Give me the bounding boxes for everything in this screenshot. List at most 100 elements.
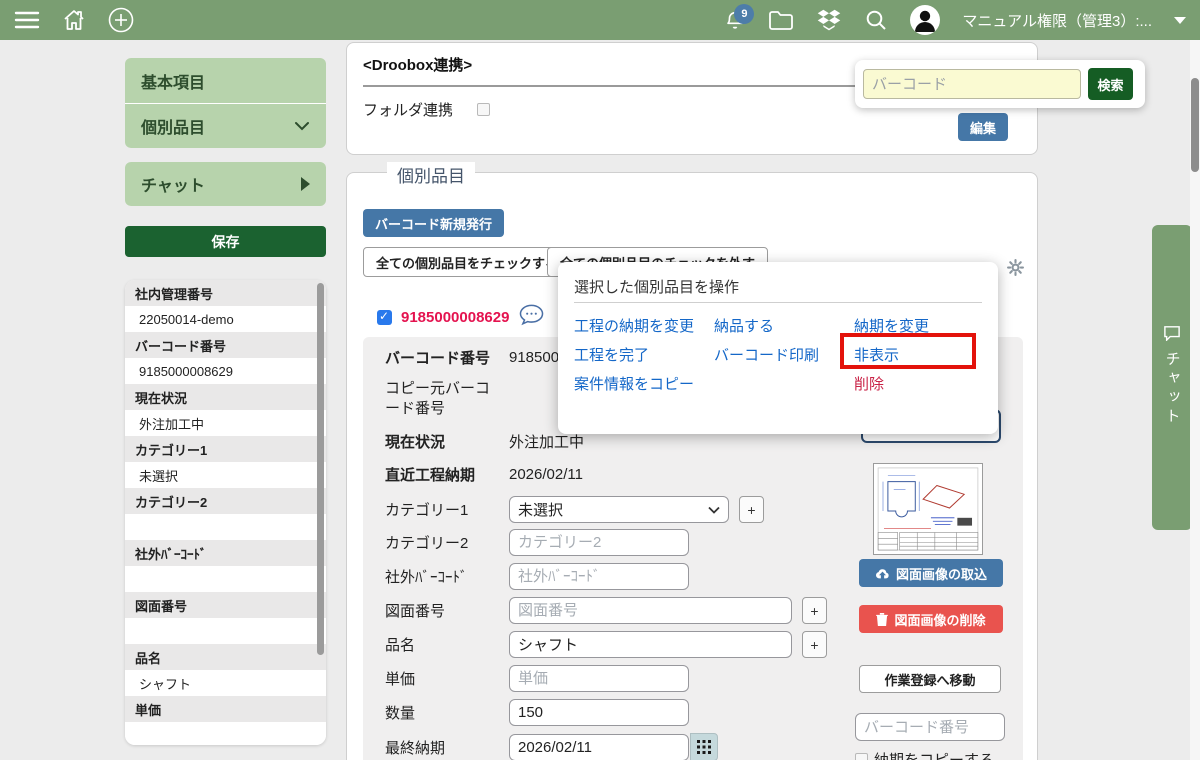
gear-icon[interactable]	[1007, 259, 1024, 281]
product-name-input[interactable]	[509, 631, 792, 658]
category1-selected-value: 未選択	[518, 502, 564, 519]
notification-count-badge: 9	[734, 4, 755, 24]
item-row: 9185000008629	[377, 303, 545, 331]
folder-link-checkbox[interactable]	[477, 103, 491, 116]
delete-drawing-button[interactable]: 図面画像の削除	[859, 605, 1003, 633]
date-picker-icon[interactable]	[690, 733, 718, 760]
topbar: 9 マニュアル権限（管理3）:...	[0, 0, 1200, 40]
item-barcode-link[interactable]: 9185000008629	[401, 309, 509, 326]
final-due-date-input[interactable]	[509, 733, 689, 760]
field-label: 社外ﾊﾞｰｺｰﾄﾞ	[385, 569, 468, 586]
folder-icon[interactable]	[768, 9, 794, 31]
process-due-value: 2026/02/11	[509, 466, 583, 483]
droobox-title: <Droobox連携>	[363, 57, 473, 74]
app-window: 9 マニュアル権限（管理3）:... 基本項目 個別品目 チャット 保存 社内管…	[0, 0, 1200, 760]
chevron-down-icon	[708, 506, 720, 514]
page-scrollbar-thumb[interactable]	[1191, 78, 1199, 172]
sidebar-item-basic[interactable]: 基本項目	[125, 58, 326, 103]
summary-label: カテゴリー2	[125, 488, 326, 514]
summary-value: 外注加工中	[125, 410, 326, 436]
page-scrollbar	[1190, 40, 1200, 760]
field-label: 図面番号	[385, 603, 446, 620]
popup-title: 選択した個別品目を操作	[574, 279, 740, 296]
chat-bubble-icon	[1164, 326, 1180, 341]
category1-select[interactable]: 未選択	[509, 496, 729, 523]
user-avatar[interactable]	[910, 5, 941, 35]
summary-label: バーコード番号	[125, 332, 326, 358]
sidebar-item-individual[interactable]: 個別品目	[125, 103, 326, 148]
summary-label: 品名	[125, 644, 326, 670]
chat-tab-label: チャット	[1163, 351, 1181, 427]
popup-link-change-process-due[interactable]: 工程の納期を変更	[574, 315, 694, 336]
copy-due-checkbox[interactable]	[855, 753, 868, 760]
add-new-icon[interactable]	[108, 7, 134, 33]
chat-side-tab[interactable]: チャット	[1152, 225, 1192, 530]
field-label: 直近工程納期	[385, 467, 476, 484]
save-button[interactable]: 保存	[125, 226, 326, 257]
chevron-right-icon	[301, 177, 310, 191]
chevron-down-icon	[295, 122, 309, 131]
upload-cloud-icon	[875, 569, 889, 579]
home-icon[interactable]	[62, 8, 86, 32]
barcode-search-button[interactable]: 検索	[1088, 68, 1133, 100]
dropbox-icon[interactable]	[816, 8, 842, 32]
summary-label: 図面番号	[125, 592, 326, 618]
field-label: 単価	[385, 671, 416, 688]
quantity-input[interactable]	[509, 699, 689, 726]
drawing-number-input[interactable]	[509, 597, 792, 624]
drawing-thumbnail[interactable]	[873, 463, 983, 555]
barcode-search-input[interactable]	[863, 69, 1081, 99]
import-drawing-button[interactable]: 図面画像の取込	[859, 559, 1003, 587]
field-label: バーコード番号	[385, 350, 491, 367]
popup-link-hide[interactable]: 非表示	[854, 344, 899, 365]
summary-label: 社外ﾊﾞｰｺｰﾄﾞ	[125, 540, 326, 566]
check-all-button[interactable]: 全ての個別品目をチェックする	[363, 247, 572, 277]
unit-price-input[interactable]	[509, 665, 689, 692]
popup-link-delete[interactable]: 削除	[854, 373, 884, 394]
notifications-bell-icon[interactable]: 9	[724, 4, 755, 32]
individual-items-section: 個別品目 バーコード新規発行 全ての個別品目をチェックする 全ての個別品目のチェ…	[346, 162, 1038, 760]
summary-value: 未選択	[125, 462, 326, 488]
sidebar-chat-button[interactable]: チャット	[125, 162, 326, 206]
summary-value	[125, 722, 326, 745]
status-value: 外注加工中	[509, 434, 585, 451]
item-summary-panel: 社内管理番号 22050014-demo バーコード番号 91850000086…	[125, 280, 326, 745]
external-barcode-input[interactable]	[509, 563, 689, 590]
panel-scrollbar-thumb[interactable]	[317, 283, 324, 655]
summary-value: シャフト	[125, 670, 326, 696]
new-barcode-button[interactable]: バーコード新規発行	[363, 209, 505, 237]
item-checkbox[interactable]	[377, 309, 392, 325]
right-barcode-input[interactable]	[855, 713, 1005, 741]
search-icon[interactable]	[864, 8, 888, 32]
goto-work-registration-button[interactable]: 作業登録へ移動	[859, 665, 1001, 693]
field-label: カテゴリー1	[385, 502, 469, 519]
chevron-down-icon[interactable]	[1174, 16, 1186, 24]
summary-label: カテゴリー1	[125, 436, 326, 462]
popup-link-deliver[interactable]: 納品する	[714, 315, 774, 336]
user-role-label[interactable]: マニュアル権限（管理3）:...	[962, 10, 1152, 31]
import-drawing-label: 図面画像の取込	[895, 566, 987, 582]
field-label: 品名	[385, 637, 416, 654]
popup-link-change-due[interactable]: 納期を変更	[854, 315, 929, 336]
selected-items-popup: 選択した個別品目を操作 工程の納期を変更 納品する 納期を変更 工程を完了 バー…	[558, 262, 998, 434]
edit-button[interactable]: 編集	[958, 113, 1008, 141]
popup-link-print-barcode[interactable]: バーコード印刷	[714, 344, 819, 365]
field-label: コピー元バーコード番号	[385, 380, 491, 418]
hamburger-menu-icon[interactable]	[14, 10, 40, 30]
category2-input[interactable]	[509, 529, 689, 556]
divider	[574, 302, 982, 303]
summary-value: 9185000008629	[125, 358, 326, 384]
popup-link-copy-case-info[interactable]: 案件情報をコピー	[574, 373, 694, 394]
chat-button-label: チャット	[141, 178, 205, 195]
sidebar-item-label: 基本項目	[141, 74, 206, 92]
summary-label: 社内管理番号	[125, 280, 326, 306]
summary-value	[125, 618, 326, 644]
add-drawing-number-button[interactable]: +	[802, 597, 827, 624]
trash-icon	[876, 612, 889, 626]
sidebar-item-label: 個別品目	[141, 120, 206, 137]
field-label: カテゴリー2	[385, 535, 469, 552]
comment-bubble-icon[interactable]	[518, 303, 545, 331]
add-category1-button[interactable]: +	[739, 496, 764, 523]
popup-link-complete-process[interactable]: 工程を完了	[574, 344, 649, 365]
add-product-name-button[interactable]: +	[802, 631, 827, 658]
